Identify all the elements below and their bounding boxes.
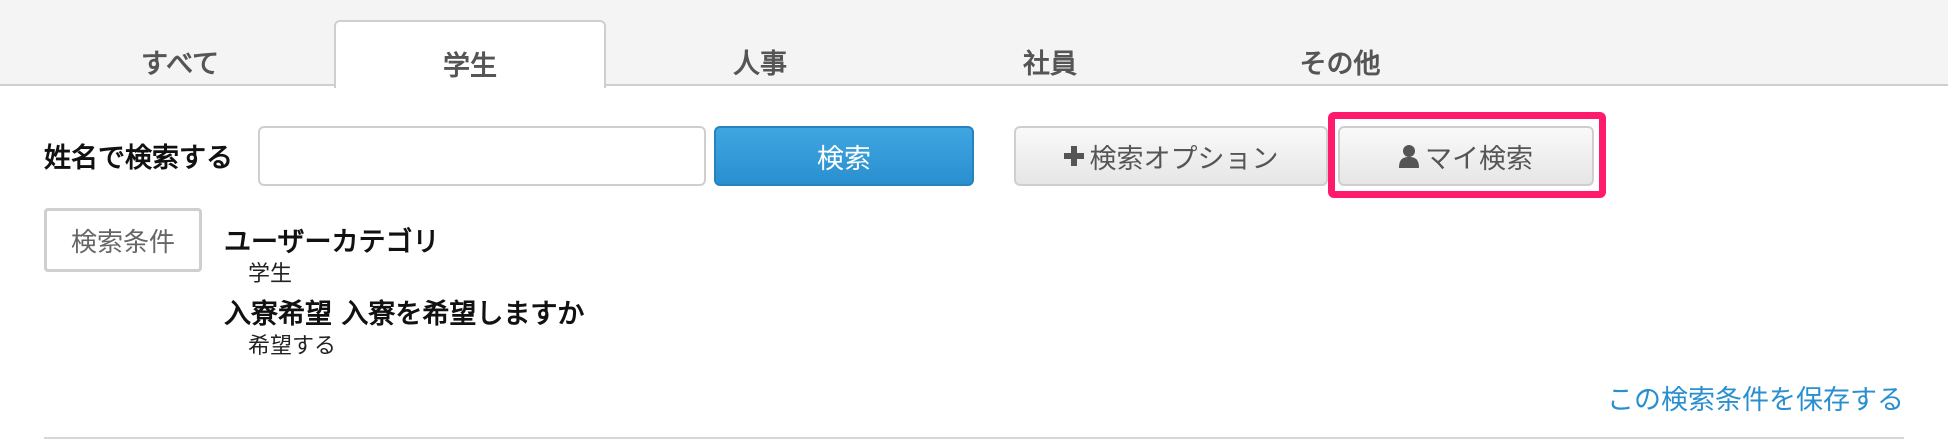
- condition-title: ユーザーカテゴリ: [224, 227, 440, 258]
- tab-other[interactable]: その他: [1204, 20, 1476, 86]
- search-conditions-badge: 検索条件: [44, 208, 202, 272]
- my-search-label: マイ検索: [1425, 143, 1533, 175]
- name-search-input[interactable]: [258, 126, 706, 186]
- tab-employee[interactable]: 社員: [914, 20, 1186, 86]
- condition-value: 希望する: [248, 334, 337, 359]
- search-button[interactable]: 検索: [714, 126, 974, 186]
- user-icon: [1399, 145, 1419, 168]
- condition-title: 入寮希望 入寮を希望しますか: [224, 299, 585, 330]
- tab-hr[interactable]: 人事: [624, 20, 896, 86]
- tab-all[interactable]: すべて: [44, 20, 316, 86]
- name-search-label: 姓名で検索する: [44, 143, 233, 174]
- save-search-conditions-link[interactable]: この検索条件を保存する: [1607, 378, 1904, 417]
- category-tabs: すべて 学生 人事 社員 その他: [0, 0, 1948, 88]
- search-option-label: 検索オプション: [1089, 143, 1279, 175]
- search-button-label: 検索: [817, 143, 871, 175]
- search-option-button[interactable]: 検索オプション: [1014, 126, 1328, 186]
- plus-icon: [1063, 146, 1084, 166]
- my-search-button[interactable]: マイ検索: [1338, 126, 1594, 186]
- tab-student[interactable]: 学生: [334, 20, 606, 88]
- divider: [44, 437, 1904, 439]
- condition-value: 学生: [248, 262, 293, 287]
